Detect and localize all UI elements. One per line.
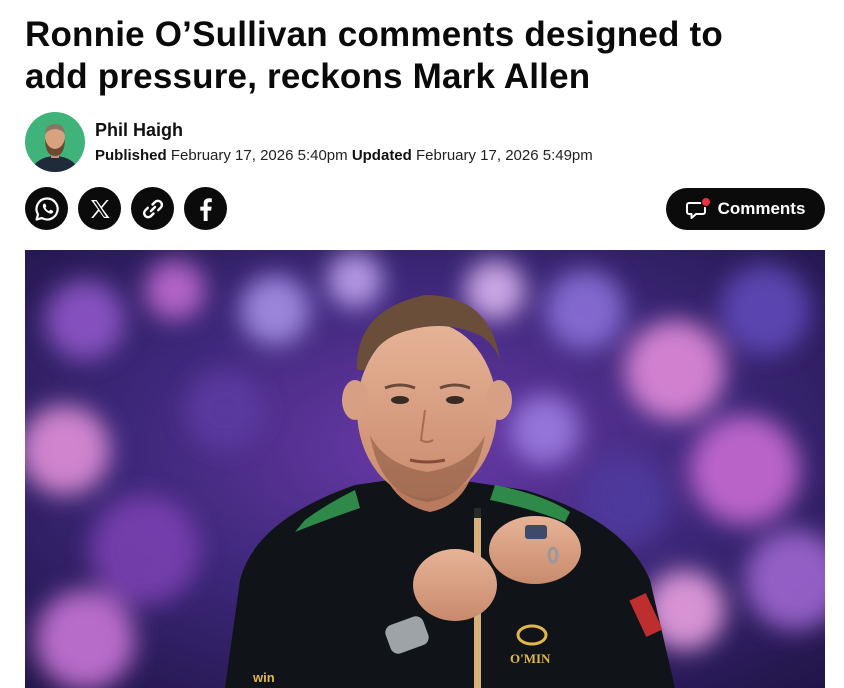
share-facebook-button[interactable] [184, 187, 227, 230]
hero-image: O'MIN win [25, 250, 825, 688]
copy-link-button[interactable] [131, 187, 174, 230]
whatsapp-icon [34, 196, 59, 221]
link-icon [142, 199, 163, 218]
x-icon [90, 199, 109, 218]
share-whatsapp-button[interactable] [25, 187, 68, 230]
comments-label: Comments [717, 199, 806, 218]
article-dates: Published February 17, 2026 5:40pm Updat… [95, 147, 593, 165]
author-avatar[interactable] [25, 112, 85, 172]
headline-line-2: add pressure, reckons Mark Allen [25, 57, 591, 96]
published-label: Published [95, 147, 167, 164]
byline: Phil Haigh Published February 17, 2026 5… [25, 112, 593, 172]
headline-line-1: Ronnie O’Sullivan comments designed to [25, 15, 723, 54]
article-headline: Ronnie O’Sullivan comments designed to a… [25, 14, 825, 98]
comment-bubble-icon [685, 197, 712, 221]
share-buttons [25, 187, 227, 230]
sleeve-sponsor-text: win [252, 670, 275, 685]
comments-button[interactable]: Comments [666, 188, 825, 230]
sleeve-sponsor: win [252, 670, 275, 685]
published-date: February 17, 2026 5:40pm [170, 147, 348, 164]
shirt-logo-text: O'MIN [510, 651, 551, 666]
updated-date: February 17, 2026 5:49pm [415, 147, 593, 164]
facebook-icon [199, 197, 212, 221]
share-x-button[interactable] [78, 187, 121, 230]
updated-label: Updated [351, 147, 412, 164]
author-name[interactable]: Phil Haigh [95, 119, 593, 141]
